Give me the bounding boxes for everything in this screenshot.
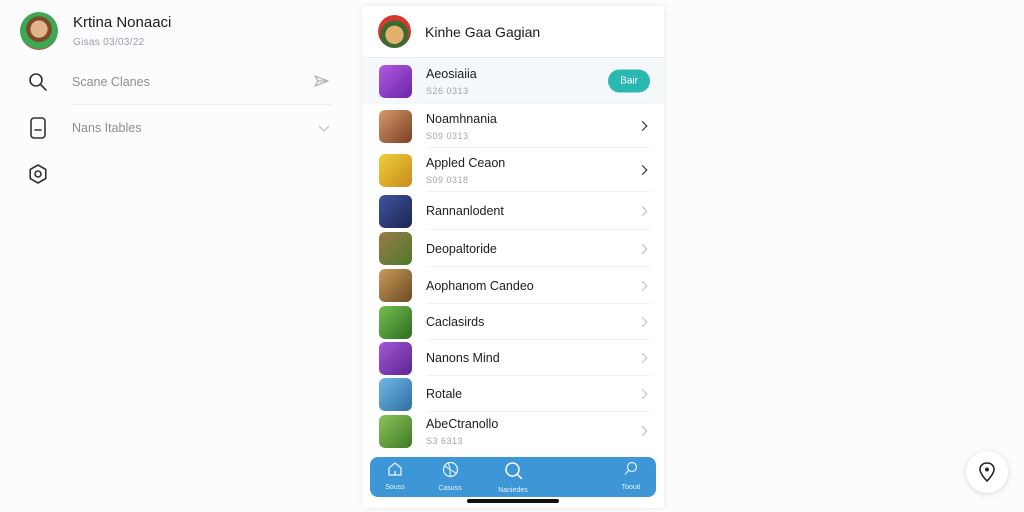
game-thumbnail (379, 194, 412, 228)
item-subtitle: S09 0313 (426, 130, 469, 141)
globe-icon (442, 461, 458, 478)
game-thumbnail (379, 232, 412, 265)
item-title: Appled Ceaon (426, 155, 506, 170)
list-item[interactable]: Aeosiaiia S26 0313 Bair (362, 58, 664, 104)
game-thumbnail (379, 64, 412, 98)
list-item[interactable]: Deopaltoride (362, 230, 664, 267)
list-item[interactable]: Nanons Mind (362, 340, 664, 376)
item-title: AbeCtranollo (426, 416, 499, 431)
tab-explore[interactable]: Casuss (425, 461, 475, 492)
panel-header: Kinhe Gaa Gagian (362, 6, 664, 58)
list-item[interactable]: Appled Ceaon S09 0318 (362, 148, 664, 192)
game-list: Aeosiaiia S26 0313 Bair Noamhnania S09 0… (362, 58, 664, 450)
avatar (378, 15, 411, 48)
tab-home[interactable]: Souss (370, 461, 420, 491)
tab-label: Naniedes (498, 487, 528, 494)
game-thumbnail (379, 414, 412, 448)
list-item[interactable]: Aophanom Candeo (362, 267, 664, 304)
item-title: Caclasirds (426, 315, 485, 329)
item-title: Rannanlodent (426, 204, 504, 218)
list-item[interactable]: Caclasirds (362, 304, 664, 340)
sidebar: Krtina Nonaaci Gisas 03/03/22 Scane Clan… (0, 0, 345, 512)
game-thumbnail (379, 305, 412, 339)
tab-label: Souss (385, 484, 405, 491)
bottom-tab-bar: Souss Casuss Naniedes Toouti (370, 457, 656, 497)
search-icon (20, 64, 56, 100)
item-subtitle: S09 0318 (426, 174, 469, 185)
tab-search[interactable]: Naniedes (488, 461, 538, 494)
tab-label: Casuss (438, 485, 462, 492)
game-thumbnail (379, 153, 412, 187)
list-item[interactable]: Rannanlodent (362, 192, 664, 230)
panel-title: Kinhe Gaa Gagian (425, 23, 541, 40)
profile-header[interactable]: Krtina Nonaaci Gisas 03/03/22 (20, 12, 171, 50)
location-pin-icon (979, 462, 995, 482)
action-button[interactable]: Bair (608, 69, 650, 93)
sidebar-item-search[interactable]: Scane Clanes (20, 60, 332, 104)
item-title: Nanons Mind (426, 351, 500, 365)
search-icon (504, 462, 522, 480)
home-icon (388, 462, 402, 476)
tab-label: Toouti (621, 484, 641, 491)
sidebar-item-label: Nans Itables (72, 121, 142, 135)
settings-icon (20, 156, 56, 192)
divider (72, 104, 332, 105)
game-thumbnail (379, 341, 412, 375)
list-item[interactable]: Noamhnania S09 0313 (362, 104, 664, 148)
home-indicator (467, 499, 559, 503)
location-button[interactable] (966, 451, 1008, 493)
item-title: Noamhnania (426, 111, 497, 126)
game-thumbnail (379, 269, 412, 302)
sidebar-item-settings[interactable] (20, 152, 332, 196)
sidebar-item-tables[interactable]: Nans Itables (20, 106, 332, 150)
list-item[interactable]: Rotale (362, 376, 664, 412)
tab-profile[interactable]: Toouti (606, 461, 656, 491)
profile-icon (624, 461, 638, 475)
share-icon[interactable] (314, 74, 330, 91)
item-title: Rotale (426, 387, 463, 401)
game-thumbnail (379, 109, 412, 143)
phone-icon (20, 110, 56, 146)
avatar (20, 12, 58, 50)
sidebar-item-label: Scane Clanes (72, 75, 150, 89)
item-title: Deopaltoride (426, 241, 497, 256)
item-subtitle: S3 6313 (426, 435, 464, 446)
chevron-down-icon[interactable] (318, 121, 330, 136)
item-title: Aophanom Candeo (426, 278, 534, 293)
list-item[interactable]: AbeCtranollo S3 6313 (362, 412, 664, 450)
profile-subtitle: Gisas 03/03/22 (73, 37, 145, 48)
game-thumbnail (379, 377, 412, 411)
game-list-panel: Kinhe Gaa Gagian Aeosiaiia S26 0313 Bair… (362, 6, 664, 508)
profile-name: Krtina Nonaaci (73, 14, 172, 31)
